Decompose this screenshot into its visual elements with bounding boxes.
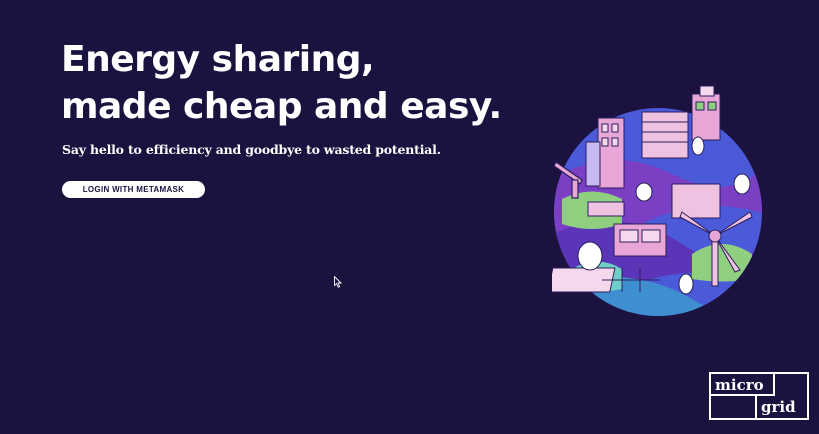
logo-word-micro: micro (715, 376, 764, 394)
mouse-pointer-icon (334, 276, 342, 288)
logo-word-grid: grid (761, 398, 796, 416)
headline-line-2: made cheap and easy. (61, 86, 502, 127)
hero-subtitle: Say hello to efficiency and goodbye to w… (62, 142, 441, 157)
city-globe-illustration (552, 85, 762, 316)
microgrid-logo: micro grid (709, 372, 809, 420)
headline-line-1: Energy sharing, (61, 39, 375, 80)
logo-cell (711, 396, 757, 418)
hero-headline: Energy sharing, made cheap and easy. (61, 36, 502, 130)
login-with-metamask-button[interactable]: LOGIN WITH METAMASK (62, 181, 205, 198)
